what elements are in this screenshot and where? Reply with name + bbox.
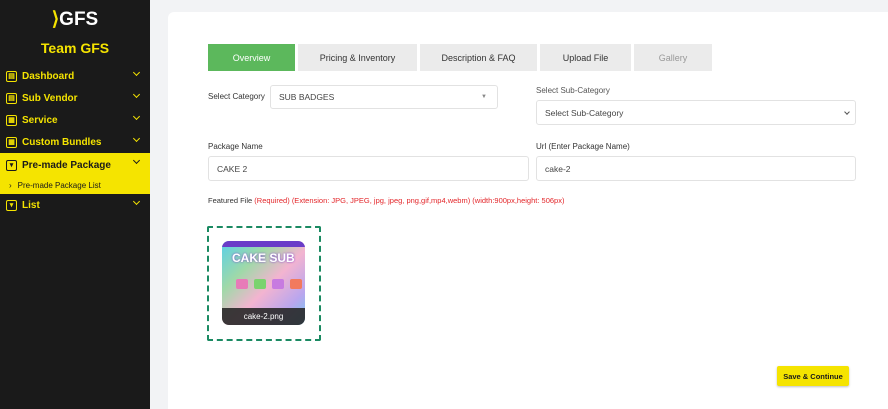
- sidebar-item-dashboard[interactable]: ▤ Dashboard: [0, 65, 150, 87]
- sidebar-subitem-label: Pre-made Package List: [17, 181, 101, 190]
- tab-description-faq[interactable]: Description & FAQ: [420, 44, 537, 71]
- sidebar-item-pre-made-package[interactable]: ▾ Pre-made Package: [0, 153, 150, 177]
- featured-required: (Required): [254, 196, 290, 205]
- featured-label-text: Featured File: [208, 196, 253, 205]
- sidebar-nav: ▤ Dashboard ▤ Sub Vendor ▦ Service ▦ Cus…: [0, 65, 150, 216]
- chevron-down-icon: [132, 90, 141, 99]
- file-name: cake-2.png: [222, 308, 305, 325]
- chevron-down-icon: [132, 68, 141, 77]
- category-label: Select Category: [208, 92, 265, 101]
- cake-icon: [272, 279, 284, 289]
- tab-gallery[interactable]: Gallery: [634, 44, 712, 71]
- thumbnail-image-text: CAKE SUB: [232, 251, 295, 265]
- list-icon: ▾: [6, 199, 17, 211]
- category-value: SUB BADGES: [279, 92, 335, 102]
- url-input[interactable]: cake-2: [536, 156, 856, 181]
- package-icon: ▾: [6, 159, 17, 171]
- sidebar-item-label: Service: [22, 114, 58, 126]
- tab-pricing-inventory[interactable]: Pricing & Inventory: [298, 44, 417, 71]
- cake-icon: [236, 279, 248, 289]
- vendor-icon: ▤: [6, 92, 17, 104]
- chevron-down-icon: [132, 197, 141, 206]
- chevron-down-icon: [132, 112, 141, 121]
- cake-icon: [290, 279, 302, 289]
- sidebar: ⟩GFS Team GFS ▤ Dashboard ▤ Sub Vendor ▦…: [0, 0, 150, 409]
- chevron-right-icon: ›: [9, 181, 12, 190]
- package-name-label: Package Name: [208, 142, 263, 151]
- logo[interactable]: ⟩GFS: [0, 8, 150, 34]
- package-name-input[interactable]: CAKE 2: [208, 156, 529, 181]
- main-card: [168, 12, 888, 409]
- sidebar-item-label: Custom Bundles: [22, 136, 102, 148]
- logo-mark: ⟩GFS: [51, 9, 99, 30]
- service-icon: ▦: [6, 114, 17, 126]
- subcategory-value: Select Sub-Category: [545, 107, 624, 118]
- featured-extensions: (Extension: JPG, JPEG, jpg, jpeg, png,gi…: [291, 196, 565, 205]
- save-continue-button[interactable]: Save & Continue: [777, 366, 849, 386]
- sidebar-item-custom-bundles[interactable]: ▦ Custom Bundles: [0, 131, 150, 153]
- sidebar-item-label: Sub Vendor: [22, 92, 78, 104]
- sidebar-item-label: Dashboard: [22, 70, 75, 82]
- tab-bar: Overview Pricing & Inventory Description…: [208, 44, 712, 71]
- subcategory-select[interactable]: Select Sub-Category: [536, 100, 856, 125]
- subcategory-label: Select Sub-Category: [536, 86, 610, 95]
- cake-icon: [254, 279, 266, 289]
- tab-upload-file[interactable]: Upload File: [540, 44, 631, 71]
- sidebar-item-label: Pre-made Package: [22, 159, 111, 171]
- category-select[interactable]: SUB BADGES ▼: [270, 85, 498, 109]
- sidebar-item-sub-vendor[interactable]: ▤ Sub Vendor: [0, 87, 150, 109]
- featured-file-label: Featured File (Required) (Extension: JPG…: [208, 196, 564, 205]
- tab-overview[interactable]: Overview: [208, 44, 295, 71]
- sidebar-subitem-package-list[interactable]: › Pre-made Package List: [0, 177, 150, 194]
- sidebar-item-service[interactable]: ▦ Service: [0, 109, 150, 131]
- caret-down-icon: ▼: [481, 94, 487, 100]
- url-label: Url (Enter Package Name): [536, 142, 630, 151]
- bundle-icon: ▦: [6, 136, 17, 148]
- dashboard-icon: ▤: [6, 70, 17, 82]
- chevron-down-icon: [844, 109, 850, 115]
- chevron-down-icon: [132, 156, 141, 165]
- sidebar-item-label: List: [22, 199, 40, 211]
- chevron-down-icon: [132, 134, 141, 143]
- team-title: Team GFS: [40, 40, 110, 56]
- file-thumbnail[interactable]: CAKE SUB cake-2.png: [222, 241, 305, 325]
- sidebar-item-list[interactable]: ▾ List: [0, 194, 150, 216]
